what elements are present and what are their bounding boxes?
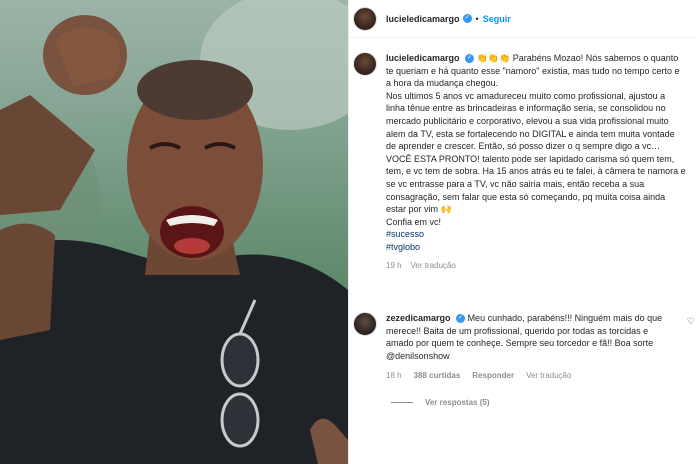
- comment-item: zezedicamargo ✓ Meu cunhado, parabéns!!!…: [353, 312, 695, 383]
- caption-username[interactable]: lucieledicamargo: [386, 53, 460, 63]
- post-caption: lucieledicamargo ✓ 👏👏👏 Parabéns Mozao! N…: [353, 52, 691, 272]
- post-header: lucieledicamargo ✓ • Seguir: [349, 0, 696, 38]
- translate-link[interactable]: Ver tradução: [526, 370, 571, 383]
- verified-badge-icon: ✓: [465, 54, 475, 64]
- caption-body: lucieledicamargo ✓ 👏👏👏 Parabéns Mozao! N…: [386, 52, 686, 272]
- avatar[interactable]: [353, 52, 377, 76]
- caption-emojis: 👏👏👏: [476, 53, 511, 63]
- hashtag-link[interactable]: #sucesso: [386, 228, 686, 241]
- reply-button[interactable]: Responder: [472, 370, 514, 383]
- comments-panel: lucieledicamargo ✓ • Seguir lucieledicam…: [348, 0, 696, 464]
- caption-timestamp: 19 h: [386, 260, 402, 270]
- view-replies-label[interactable]: Ver respostas (5): [425, 398, 489, 407]
- caption-paragraph-3: Confia em vc!: [386, 216, 442, 227]
- avatar[interactable]: [353, 312, 377, 336]
- photo-illustration: [0, 0, 348, 464]
- view-replies-button[interactable]: Ver respostas (5): [391, 398, 489, 407]
- verified-badge-icon: ✓: [456, 314, 466, 324]
- comment-timestamp: 18 h: [386, 371, 402, 381]
- separator-dot: •: [475, 13, 479, 24]
- comment-likes[interactable]: 388 curtidas: [414, 370, 461, 383]
- heart-outline-icon[interactable]: ♡: [687, 316, 695, 327]
- translate-link[interactable]: Ver tradução: [410, 261, 455, 270]
- comment-username[interactable]: zezedicamargo: [386, 313, 451, 323]
- caption-meta: 19 h Ver tradução: [386, 260, 686, 273]
- avatar[interactable]: [353, 6, 377, 31]
- comment-body: zezedicamargo ✓ Meu cunhado, parabéns!!!…: [386, 312, 678, 383]
- replies-divider: [391, 402, 413, 403]
- verified-badge-icon: ✓: [462, 14, 472, 23]
- comment-meta: 18 h 388 curtidas Responder Ver tradução: [386, 370, 678, 383]
- follow-button[interactable]: Seguir: [483, 14, 511, 24]
- hashtag-link[interactable]: #tvglobo: [386, 241, 686, 254]
- caption-paragraph-2: Nos ultimos 5 anos vc amadureceu muito c…: [386, 90, 686, 215]
- post-photo: [0, 0, 348, 464]
- header-username[interactable]: lucieledicamargo: [386, 14, 460, 24]
